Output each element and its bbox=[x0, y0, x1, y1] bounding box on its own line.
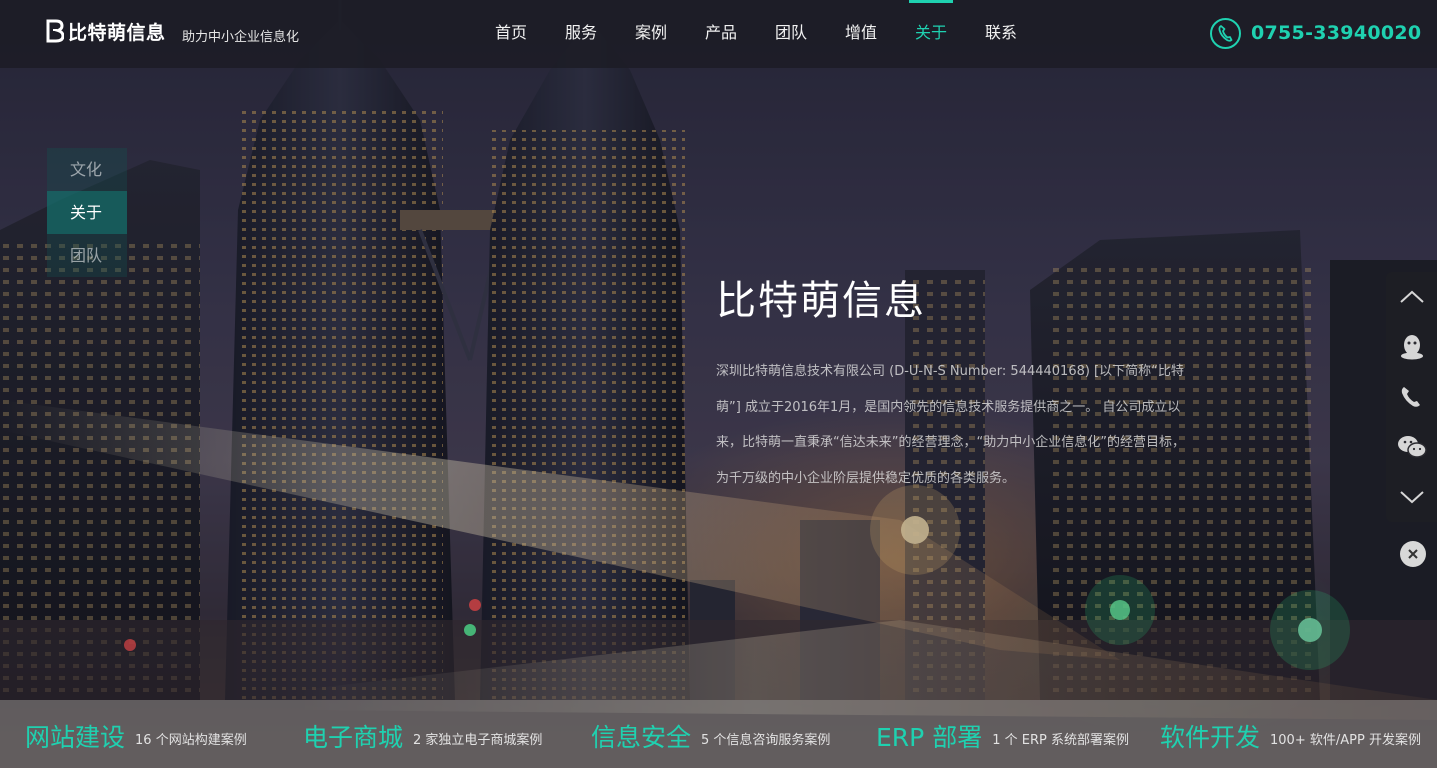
phone-icon bbox=[1401, 387, 1420, 407]
stat-subtitle: 1 个 ERP 系统部署案例 bbox=[992, 732, 1129, 748]
wechat-icon bbox=[1397, 436, 1427, 458]
stat-subtitle: 2 家独立电子商城案例 bbox=[413, 732, 543, 748]
nav-item-home[interactable]: 首页 bbox=[476, 0, 546, 68]
stat-web-dev[interactable]: 网站建设 16 个网站构建案例 bbox=[25, 718, 247, 754]
scroll-up-button[interactable] bbox=[1386, 272, 1437, 322]
brand-slogan: 助力中小企业信息化 bbox=[182, 30, 300, 45]
stat-title: 软件开发 bbox=[1160, 723, 1261, 752]
stat-security[interactable]: 信息安全 5 个信息咨询服务案例 bbox=[591, 718, 830, 754]
about-subnav: 文化 关于 团队 bbox=[47, 148, 127, 277]
brand-name: 比特萌信息 bbox=[68, 21, 166, 44]
hero-description: 深圳比特萌信息技术有限公司 (D-U-N-S Number: 544440168… bbox=[716, 364, 1185, 486]
wechat-button[interactable] bbox=[1386, 422, 1437, 472]
stat-title: 网站建设 bbox=[25, 723, 126, 752]
chevron-down-icon bbox=[1399, 491, 1424, 504]
main-nav: 首页 服务 案例 产品 团队 增值 关于 联系 bbox=[476, 0, 1036, 68]
nav-item-services[interactable]: 服务 bbox=[546, 0, 616, 68]
phone-number: 0755-33940020 bbox=[1251, 22, 1422, 44]
logo-b-icon bbox=[46, 19, 64, 43]
subnav-item-culture[interactable]: 文化 bbox=[47, 148, 127, 191]
service-stats-bar: 网站建设 16 个网站构建案例 电子商城 2 家独立电子商城案例 信息安全 5 … bbox=[0, 700, 1437, 768]
nav-item-cases[interactable]: 案例 bbox=[616, 0, 686, 68]
about-hero: 比特萌信息 深圳比特萌信息技术有限公司 (D-U-N-S Number: 544… bbox=[716, 268, 1201, 496]
nav-item-team[interactable]: 团队 bbox=[756, 0, 826, 68]
stat-erp[interactable]: ERP 部署 1 个 ERP 系统部署案例 bbox=[876, 718, 1129, 754]
stat-title: 信息安全 bbox=[591, 723, 692, 752]
nav-item-contact[interactable]: 联系 bbox=[966, 0, 1036, 68]
phone-icon bbox=[1210, 17, 1241, 49]
top-header: 比特萌信息 助力中小企业信息化 首页 服务 案例 产品 团队 增值 关于 联系 … bbox=[0, 0, 1437, 68]
close-toolbar-button[interactable] bbox=[1400, 541, 1426, 567]
scroll-down-button[interactable] bbox=[1386, 472, 1437, 522]
stat-ecommerce[interactable]: 电子商城 2 家独立电子商城案例 bbox=[303, 718, 542, 754]
nav-item-about[interactable]: 关于 bbox=[896, 0, 966, 68]
phone-button[interactable] bbox=[1386, 372, 1437, 422]
stat-title: ERP 部署 bbox=[876, 723, 983, 752]
header-phone[interactable]: 0755-33940020 bbox=[1210, 16, 1421, 50]
nav-item-value-added[interactable]: 增值 bbox=[826, 0, 896, 68]
nav-item-products[interactable]: 产品 bbox=[686, 0, 756, 68]
chevron-up-icon bbox=[1399, 290, 1424, 303]
hero-title: 比特萌信息 bbox=[716, 278, 926, 324]
float-toolbar bbox=[1386, 272, 1437, 522]
subnav-item-team[interactable]: 团队 bbox=[47, 234, 127, 277]
stat-subtitle: 100+ 软件/APP 开发案例 bbox=[1270, 732, 1421, 748]
qq-button[interactable] bbox=[1386, 322, 1437, 372]
stat-subtitle: 5 个信息咨询服务案例 bbox=[701, 732, 831, 748]
subnav-item-about[interactable]: 关于 bbox=[47, 191, 127, 234]
stat-subtitle: 16 个网站构建案例 bbox=[135, 732, 247, 748]
stat-title: 电子商城 bbox=[303, 723, 404, 752]
qq-icon bbox=[1400, 335, 1423, 360]
stat-software[interactable]: 软件开发 100+ 软件/APP 开发案例 bbox=[1160, 718, 1421, 754]
brand-logo[interactable]: 比特萌信息 bbox=[46, 17, 166, 45]
close-icon bbox=[1408, 549, 1418, 559]
